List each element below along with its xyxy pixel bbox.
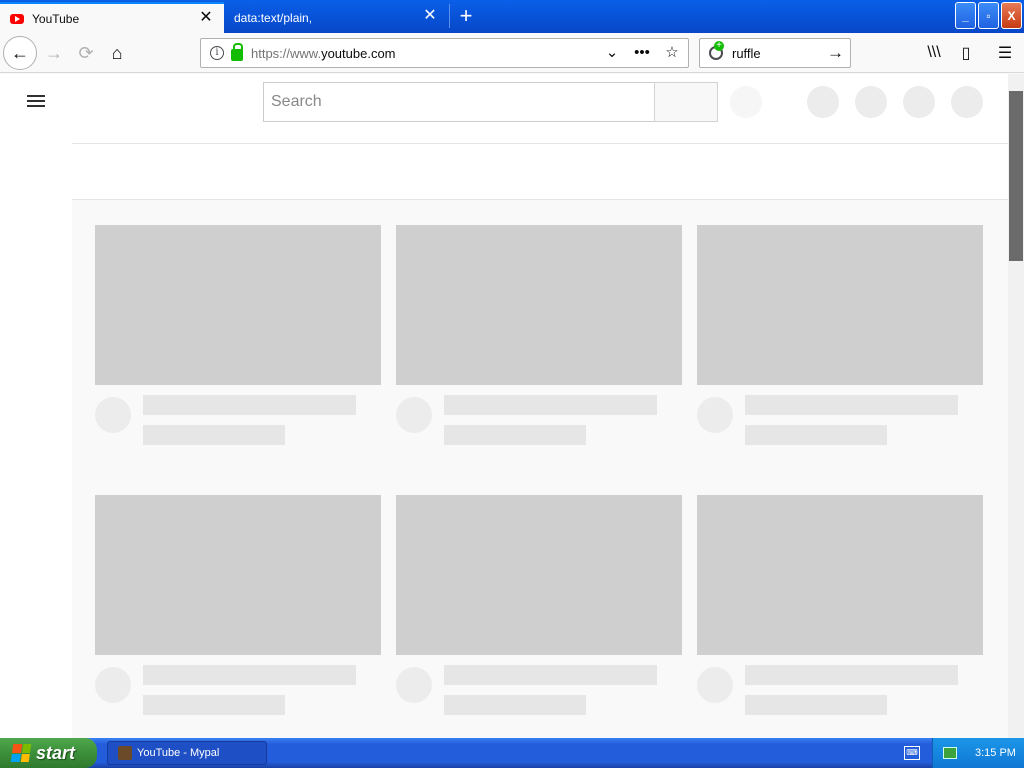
search-bar[interactable]: ruffle → [699,38,851,68]
lock-icon [231,43,243,61]
chips-bar [72,143,1008,200]
avatar-placeholder [697,397,733,433]
thumbnail-placeholder [697,225,983,385]
avatar-placeholder [396,397,432,433]
placeholder-icon [951,86,983,118]
title-placeholder [745,395,958,415]
youtube-masthead: Search [0,74,1008,130]
meta-placeholder [143,695,285,715]
youtube-search-input[interactable]: Search [263,82,655,122]
url-protocol: https://www. [251,45,322,61]
system-tray: 3:15 PM [932,738,1024,768]
vertical-scrollbar[interactable] [1008,74,1024,738]
close-tab-icon[interactable]: ✕ [198,10,214,26]
youtube-favicon-icon [10,13,24,24]
title-placeholder [444,395,657,415]
keyboard-icon[interactable]: ⌨ [904,746,920,760]
back-button[interactable]: ← [3,36,37,70]
close-tab-icon[interactable]: ✕ [422,8,438,24]
search-engine-icon[interactable] [709,41,724,60]
meta-placeholder [143,425,285,445]
url-actions: ⌄ ••• ☆ [602,43,682,62]
url-host: youtube.com [321,45,396,61]
avatar-placeholder [396,667,432,703]
placeholder-icon [807,86,839,118]
title-placeholder [143,665,356,685]
navigation-toolbar: ← → ⟳ ⌂ i https://www. youtube.com ⌄ ••• … [0,33,1024,73]
taskbar: start YouTube - Mypal ⌨ 3:15 PM [0,738,1024,768]
taskbar-item-browser[interactable]: YouTube - Mypal [107,741,267,765]
meta-placeholder [745,695,887,715]
avatar-placeholder [95,667,131,703]
minimize-button[interactable]: _ [955,2,976,29]
forward-button[interactable]: → [38,37,70,69]
meta-placeholder [745,425,887,445]
tab-divider [449,4,450,28]
bookmark-star-icon[interactable]: ☆ [662,43,682,61]
mic-placeholder-icon [730,86,762,118]
close-window-button[interactable]: X [1001,2,1022,29]
scrollbar-thumb[interactable] [1009,91,1023,261]
chevron-down-icon[interactable]: ⌄ [602,43,622,61]
windows-logo-icon [10,744,32,762]
thumbnail-placeholder [95,495,381,655]
home-button[interactable]: ⌂ [101,37,133,69]
spacer [0,130,1008,143]
tab-label: YouTube [32,11,80,26]
tab-youtube[interactable]: YouTube ✕ [0,2,224,33]
network-icon[interactable] [943,747,957,759]
search-input[interactable]: ruffle [732,46,761,61]
guide-sidebar [0,130,72,738]
browser-app-icon [118,746,132,760]
tab-bar: YouTube ✕ data:text/plain, ✕ + _ ▫ X [0,0,1024,33]
title-placeholder [745,665,958,685]
taskbar-item-label: YouTube - Mypal [137,747,220,759]
avatar-placeholder [697,667,733,703]
start-label: start [36,742,76,763]
new-tab-button[interactable]: + [452,3,480,31]
window-controls: _ ▫ X [955,2,1022,29]
placeholder-icon [855,86,887,118]
page-content: Search [0,74,1008,738]
restore-button[interactable]: ▫ [978,2,999,29]
search-go-icon[interactable]: → [827,43,844,63]
thumbnail-placeholder [396,495,682,655]
library-button[interactable]: \\\ [918,37,950,69]
info-icon[interactable]: i [210,46,224,60]
tab-label: data:text/plain, [234,10,313,25]
reload-button[interactable]: ⟳ [70,37,102,69]
placeholder-icon [903,86,935,118]
address-bar[interactable]: i https://www. youtube.com ⌄ ••• ☆ [200,38,689,68]
sidebar-button[interactable]: ▯ [950,37,982,69]
title-placeholder [444,665,657,685]
thumbnail-placeholder [697,495,983,655]
meta-placeholder [444,695,586,715]
thumbnail-placeholder [396,225,682,385]
meta-placeholder [444,425,586,445]
more-actions-icon[interactable]: ••• [632,44,652,61]
youtube-search-button[interactable] [654,82,718,122]
title-placeholder [143,395,356,415]
avatar-placeholder [95,397,131,433]
clock[interactable]: 3:15 PM [975,747,1016,759]
guide-menu-icon[interactable] [24,91,48,111]
thumbnail-placeholder [95,225,381,385]
menu-button[interactable]: ☰ [989,37,1021,69]
start-button[interactable]: start [0,738,97,768]
tab-data-text[interactable]: data:text/plain, ✕ [226,2,448,33]
